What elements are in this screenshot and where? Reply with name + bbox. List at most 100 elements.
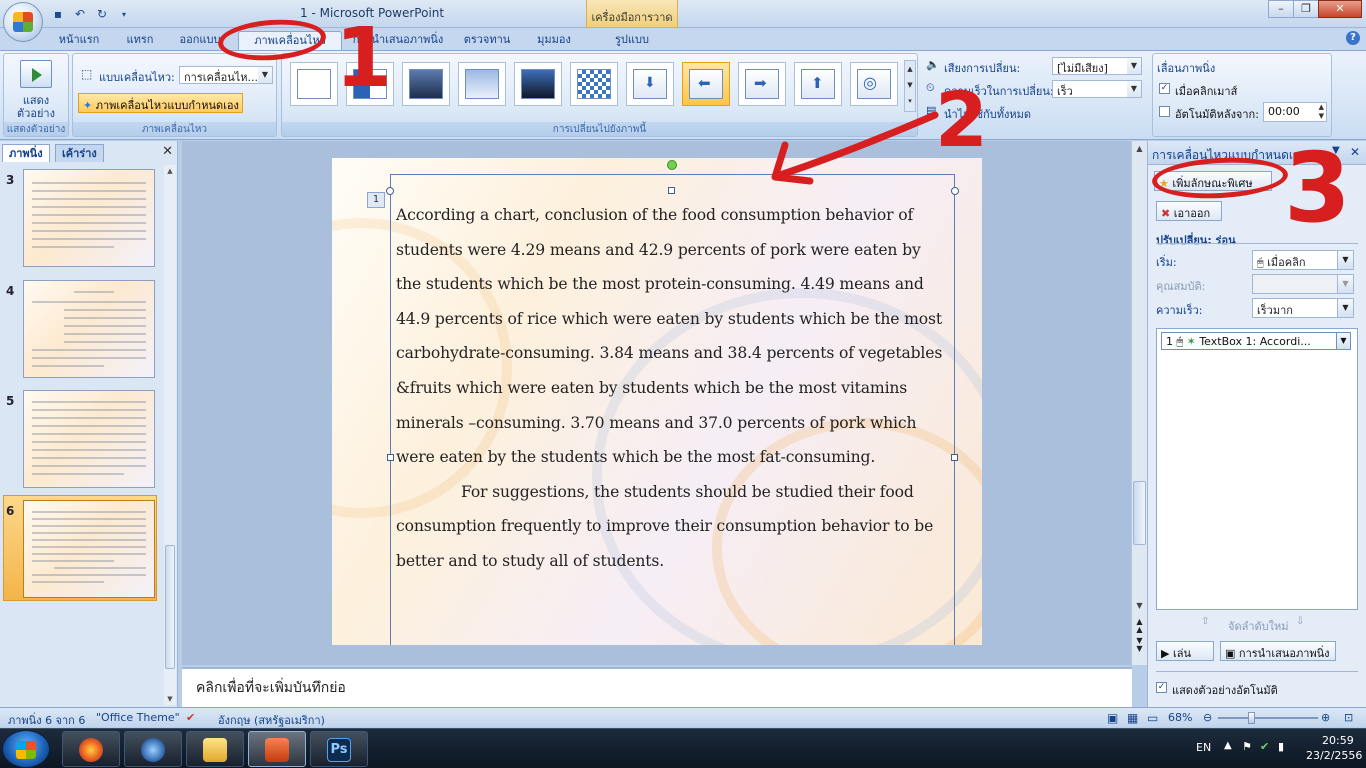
animate-combo[interactable]: การเคลื่อนไห... ▼: [179, 66, 273, 84]
tab-slides[interactable]: ภาพนิ่ง: [2, 144, 50, 162]
zoom-level[interactable]: 68%: [1168, 711, 1192, 724]
transition-fade-black[interactable]: [402, 62, 450, 106]
on-click-checkbox[interactable]: ✓: [1159, 83, 1170, 94]
transition-checker[interactable]: [570, 62, 618, 106]
transition-push-left[interactable]: ⬅: [682, 62, 730, 106]
clock-time[interactable]: 20:59: [1322, 734, 1354, 747]
speed-combo[interactable]: เร็วมาก ▼: [1252, 298, 1354, 318]
office-button[interactable]: [3, 2, 43, 42]
slide-thumbnail-6[interactable]: [23, 500, 155, 598]
fit-window-icon[interactable]: ⊡: [1344, 711, 1353, 724]
tab-design[interactable]: ออกแบบ: [176, 31, 224, 50]
auto-after-checkbox[interactable]: [1159, 106, 1170, 117]
slide-thumbnail-4[interactable]: [23, 280, 155, 378]
tab-view[interactable]: มุมมอง: [530, 31, 578, 50]
transition-none[interactable]: [290, 62, 338, 106]
language-indicator[interactable]: EN: [1196, 741, 1211, 754]
taskbar-photoshop[interactable]: Ps: [310, 731, 368, 767]
windows-taskbar: Ps EN ▲ ⚑ ✔ ▮ 20:59 23/2/2556: [0, 728, 1366, 768]
slide-canvas[interactable]: 1 According a chart, conclusion of the f…: [332, 158, 982, 645]
remove-icon: ✖: [1161, 207, 1171, 220]
tab-outline[interactable]: เค้าร่าง: [55, 144, 104, 162]
slideshow-view-icon[interactable]: ▭: [1147, 711, 1158, 725]
chevron-down-icon[interactable]: ▼: [1336, 333, 1350, 349]
play-button[interactable]: ▶ เล่น: [1156, 641, 1214, 661]
tray-expand-icon[interactable]: ▲: [1224, 740, 1232, 751]
autopreview-checkbox[interactable]: ✓: [1156, 682, 1167, 693]
undo-icon[interactable]: ↶: [72, 6, 88, 22]
slides-panel-scrollbar[interactable]: ▲ ▼: [164, 165, 176, 705]
transition-speed-combo[interactable]: เร็ว ▼: [1052, 80, 1142, 98]
save-icon[interactable]: ▪: [50, 6, 66, 22]
resize-handle[interactable]: [951, 454, 958, 461]
resize-handle[interactable]: [386, 187, 394, 195]
preview-button-label[interactable]: แสดงตัวอย่าง: [6, 94, 66, 120]
zoom-slider[interactable]: [1218, 717, 1318, 719]
maximize-button[interactable]: ❐: [1293, 0, 1319, 18]
animate-icon: ⬚: [81, 67, 93, 81]
sound-combo[interactable]: [ไม่มีเสียง] ▼: [1052, 57, 1142, 75]
slide-vertical-scrollbar[interactable]: ▲ ▼ ▲ ▲ ▼ ▼: [1131, 141, 1147, 665]
signal-icon[interactable]: ▮: [1278, 740, 1284, 753]
slide-body-text[interactable]: According a chart, conclusion of the foo…: [396, 198, 946, 579]
previous-slide-icon[interactable]: ▲ ▲: [1134, 618, 1145, 634]
zoom-out-icon[interactable]: ⊖: [1203, 711, 1212, 724]
zoom-in-icon[interactable]: ⊕: [1321, 711, 1330, 724]
taskbar-explorer[interactable]: [186, 731, 244, 767]
resize-handle[interactable]: [668, 187, 675, 194]
reorder-down-icon[interactable]: ⇩: [1296, 616, 1304, 627]
scroll-thumb[interactable]: [1133, 481, 1146, 545]
slide-paragraph-1: According a chart, conclusion of the foo…: [396, 206, 943, 467]
reorder-up-icon[interactable]: ⇧: [1201, 616, 1209, 627]
resize-handle[interactable]: [387, 454, 394, 461]
flag-icon[interactable]: ⚑: [1242, 740, 1252, 753]
transition-fade[interactable]: [458, 62, 506, 106]
remove-button[interactable]: ✖ เอาออก: [1156, 201, 1222, 221]
normal-view-icon[interactable]: ▣: [1107, 711, 1118, 725]
close-button[interactable]: ✕: [1318, 0, 1362, 18]
tab-format[interactable]: รูปแบบ: [606, 31, 658, 50]
rotate-handle[interactable]: [667, 160, 677, 170]
tab-home[interactable]: หน้าแรก: [55, 31, 103, 50]
preview-group-label: แสดงตัวอย่าง: [4, 122, 68, 136]
slide-thumbnail-3[interactable]: [23, 169, 155, 267]
custom-animation-button[interactable]: ✦ ภาพเคลื่อนไหวแบบกำหนดเอง: [78, 93, 243, 113]
taskbar-powerpoint[interactable]: [248, 731, 306, 767]
close-icon[interactable]: ✕: [162, 144, 173, 159]
notes-placeholder: คลิกเพื่อที่จะเพิ่มบันทึกย่อ: [196, 680, 346, 696]
network-icon[interactable]: ✔: [1260, 740, 1269, 753]
tab-review[interactable]: ตรวจทาน: [458, 31, 516, 50]
transition-dissolve-dark[interactable]: [514, 62, 562, 106]
chevron-down-icon: ▼: [1337, 251, 1353, 269]
help-icon[interactable]: ?: [1346, 31, 1360, 45]
minimize-button[interactable]: –: [1268, 0, 1294, 18]
animate-combo-value: การเคลื่อนไห...: [184, 71, 259, 84]
zoom-slider-thumb[interactable]: [1248, 712, 1255, 724]
taskbar-firefox[interactable]: [62, 731, 120, 767]
tab-insert[interactable]: แทรก: [120, 31, 160, 50]
taskbar-network-app[interactable]: [124, 731, 182, 767]
language[interactable]: อังกฤษ (สหรัฐอเมริกา): [218, 711, 325, 729]
redo-icon[interactable]: ↻: [94, 6, 110, 22]
qat-dropdown-icon[interactable]: ▾: [116, 6, 132, 22]
slide-thumbnail-5[interactable]: [23, 390, 155, 488]
auto-after-time-value: 00:00: [1268, 105, 1300, 118]
notes-pane[interactable]: คลิกเพื่อที่จะเพิ่มบันทึกย่อ: [182, 667, 1132, 707]
slide-sorter-icon[interactable]: ▦: [1127, 711, 1138, 725]
slideshow-button[interactable]: ▣ การนำเสนอภาพนิ่ง: [1220, 641, 1336, 661]
start-combo-value: เมื่อคลิก: [1267, 256, 1306, 269]
powerpoint-icon: [265, 738, 289, 762]
auto-after-time-input[interactable]: 00:00 ▲ ▼: [1263, 102, 1327, 122]
animation-list-item[interactable]: 1 🖱 ✶ TextBox 1: Accordi... ▼: [1161, 332, 1351, 350]
next-slide-icon[interactable]: ▼ ▼: [1134, 637, 1145, 653]
animation-order-badge[interactable]: 1: [367, 192, 385, 208]
start-combo[interactable]: 🖱 เมื่อคลิก ▼: [1252, 250, 1354, 270]
start-button[interactable]: [2, 730, 50, 768]
preview-icon[interactable]: [20, 60, 52, 88]
spellcheck-icon[interactable]: ✔: [186, 711, 195, 724]
animation-list[interactable]: 1 🖱 ✶ TextBox 1: Accordi... ▼: [1156, 328, 1358, 610]
transition-wipe-down[interactable]: ⬇: [626, 62, 674, 106]
close-icon[interactable]: ✕: [1350, 145, 1360, 159]
spinner-icon[interactable]: ▲ ▼: [1319, 103, 1324, 121]
clock-date[interactable]: 23/2/2556: [1306, 749, 1362, 762]
